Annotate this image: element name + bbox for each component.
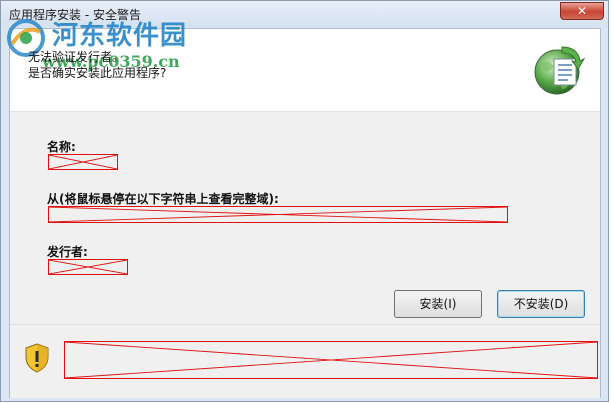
name-label: 名称:: [47, 140, 76, 154]
publisher-value-redacted: [48, 259, 128, 275]
details-area: 名称: 从(将鼠标悬停在以下字符串上查看完整域): 发行者: 安装(I) 不安装…: [10, 111, 600, 324]
name-value-redacted: [48, 154, 118, 170]
footer-message-redacted: [64, 341, 598, 379]
from-value-redacted[interactable]: [48, 206, 508, 223]
footer-area: [10, 324, 600, 398]
from-label: 从(将鼠标悬停在以下字符串上查看完整域):: [47, 192, 279, 206]
security-warning-dialog: 应用程序安装 - 安全警告 ✕ 河东软件园 www.pc0359.cn 无法验证…: [0, 0, 609, 402]
dialog-content: 河东软件园 www.pc0359.cn 无法验证发行者。 是否确实安装此应用程序…: [7, 19, 601, 398]
warning-shield-icon: [25, 343, 49, 373]
application-install-icon: [534, 46, 586, 95]
warning-line-2: 是否确实安装此应用程序?: [28, 66, 167, 80]
dont-install-button[interactable]: 不安装(D): [497, 290, 585, 318]
dialog-header: 河东软件园 www.pc0359.cn 无法验证发行者。 是否确实安装此应用程序…: [7, 19, 600, 111]
warning-message: 无法验证发行者。 是否确实安装此应用程序?: [28, 49, 166, 81]
watermark-title: 河东软件园: [52, 21, 188, 51]
publisher-label: 发行者:: [47, 245, 88, 259]
close-button[interactable]: ✕: [560, 2, 604, 20]
warning-line-1: 无法验证发行者。: [28, 50, 125, 64]
install-button[interactable]: 安装(I): [394, 290, 482, 318]
